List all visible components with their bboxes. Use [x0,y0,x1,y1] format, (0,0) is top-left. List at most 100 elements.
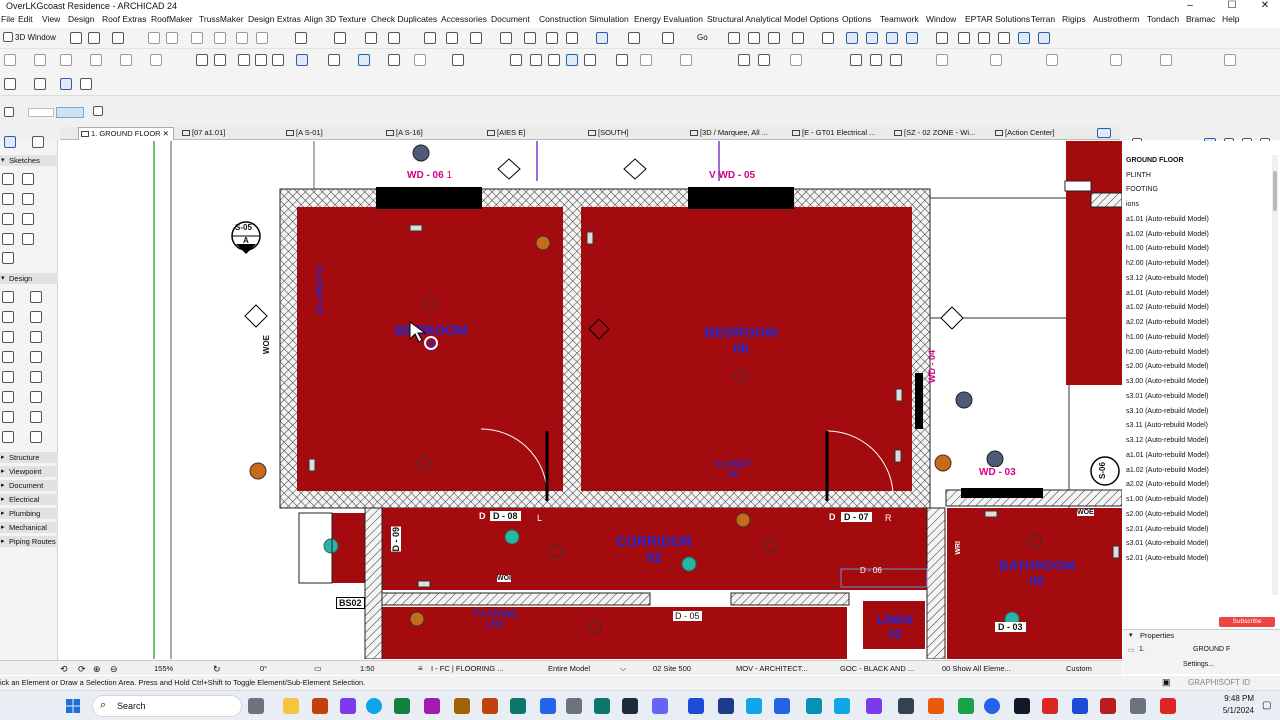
tool-icon[interactable] [566,54,578,66]
minimize-button[interactable]: – [1175,0,1205,12]
tool-icon[interactable] [238,54,250,66]
info-field[interactable] [28,108,54,117]
circle-icon[interactable] [2,193,14,205]
tool-icon[interactable] [90,54,102,66]
floor-plan-icon[interactable] [70,32,82,44]
tool-icon[interactable] [34,78,46,90]
tab-3d-marquee[interactable]: [3D / Marquee, All ... [688,127,784,140]
app-icon[interactable] [340,698,356,714]
window-wd-04[interactable] [915,373,923,429]
tool-icon[interactable] [790,54,802,66]
powerpoint-icon[interactable] [482,698,498,714]
tool-icon[interactable] [295,32,307,44]
menu-structural-analytical[interactable]: Structural Analytical Model Options [707,14,839,24]
menu-eptar-solutions[interactable]: EPTAR Solutions [965,14,1030,24]
maximize-button[interactable]: ☐ [1217,0,1247,12]
tool-icon[interactable] [80,78,92,90]
tool-icon[interactable] [546,32,558,44]
tool-icon[interactable] [1038,32,1050,44]
tool-icon[interactable] [2,311,14,323]
tool-icon[interactable] [2,431,14,443]
tool-icon[interactable] [530,54,542,66]
tool-icon[interactable] [2,411,14,423]
toolbox-group-piping-routes[interactable]: Piping Routes [0,536,58,547]
tool-icon[interactable] [214,32,226,44]
nav-item[interactable]: s3.11 (Auto-rebuild Model) [1126,422,1208,429]
toolbox-group-plumbing[interactable]: Plumbing [0,508,58,519]
door-icon[interactable] [30,291,42,303]
tool-icon[interactable] [846,32,858,44]
menu-align-3d-texture[interactable]: Align 3D Texture [304,14,366,24]
tool-icon[interactable] [334,32,346,44]
ungroup-icon[interactable] [166,32,178,44]
tool-icon[interactable] [150,54,162,66]
tool-icon[interactable] [978,32,990,44]
nav-item[interactable]: a1.02 (Auto-rebuild Model) [1126,231,1209,238]
tool-icon[interactable] [255,54,267,66]
tag-woe-left[interactable]: WOE [262,335,271,355]
room-partial[interactable] [1066,187,1122,385]
tab-07-a101[interactable]: [07 a1.01] [180,127,272,140]
model-view-option[interactable]: MOV - ARCHITECT... [736,664,808,673]
tool-icon[interactable] [1160,54,1172,66]
tool-icon[interactable] [30,371,42,383]
nav-item[interactable]: s3.01 (Auto-rebuild Model) [1126,393,1209,400]
toolbox-group-document[interactable]: Document [0,480,58,491]
tool-icon[interactable] [566,32,578,44]
app-icon[interactable] [1130,698,1146,714]
nav-item[interactable]: s2.01 (Auto-rebuild Model) [1126,526,1209,533]
nav-item[interactable]: a2.02 (Auto-rebuild Model) [1126,481,1209,488]
tool-icon[interactable] [30,391,42,403]
window-tag-wd-04[interactable]: WD - 04 [927,350,937,383]
navigator-scroll-thumb[interactable] [1273,171,1277,211]
tool-icon[interactable] [2,252,14,264]
nav-item[interactable]: s3.10 (Auto-rebuild Model) [1126,408,1209,415]
door-tag-d05[interactable]: D - 05 [673,611,702,621]
tool-icon[interactable] [662,32,674,44]
hotspot-icon[interactable] [22,233,34,245]
tool-icon[interactable] [584,54,596,66]
tool-icon[interactable] [990,54,1002,66]
pointer-icon[interactable] [112,32,124,44]
room-label-corridor[interactable]: CORRIDOR 02 [604,533,704,565]
tool-icon[interactable] [120,54,132,66]
tool-icon[interactable] [30,411,42,423]
properties-collapse-icon[interactable]: ▾ [1129,631,1133,639]
menu-terran[interactable]: Terran [1031,14,1055,24]
tab-menu-icon[interactable] [1097,128,1111,138]
nav-item-ground-floor[interactable]: GROUND FLOOR [1126,157,1184,164]
tool-icon[interactable] [510,54,522,66]
tool-icon[interactable] [1046,54,1058,66]
menu-accessories[interactable]: Accessories [441,14,487,24]
tag-woi[interactable]: WOI [497,575,511,582]
tool-icon[interactable] [256,32,268,44]
window-tag-wd-05[interactable]: V WD - 05 [709,170,755,181]
app-icon[interactable] [774,698,790,714]
app-icon[interactable] [652,698,668,714]
nav-item[interactable]: h1.00 (Auto-rebuild Model) [1126,334,1209,341]
door-tag-d08[interactable]: D - 08 [490,511,521,521]
object-icon[interactable] [30,431,42,443]
nav-item[interactable]: s2.00 (Auto-rebuild Model) [1126,511,1209,518]
tool-icon[interactable] [628,32,640,44]
info-field-selected[interactable] [56,107,84,118]
clock-date[interactable]: 5/1/2024 [1208,706,1254,715]
tool-icon[interactable] [4,54,16,66]
tool-icon[interactable] [822,32,834,44]
tool-icon[interactable] [2,233,14,245]
room-label-tv-stand[interactable]: TV STAND LR2 [459,609,531,629]
nav-item[interactable]: s2.00 (Auto-rebuild Model) [1126,363,1209,370]
tool-icon[interactable] [296,54,308,66]
section-marker-s06[interactable]: S-06 [1098,462,1107,479]
menu-document[interactable]: Document [491,14,530,24]
tab-electrical[interactable]: [E - GT01 Electrical ... [790,127,890,140]
tab-zone[interactable]: [SZ - 02 ZONE - Wi... [892,127,988,140]
app-icon[interactable] [510,698,526,714]
redo-zoom-icon[interactable]: ⟳ [78,664,86,675]
tool-icon[interactable] [2,173,14,185]
room-label-bathroom[interactable]: BATHROOM 06 [987,558,1087,588]
task-view-icon[interactable] [248,698,264,714]
undo-zoom-icon[interactable]: ⟲ [60,664,68,675]
go-button[interactable]: Go [697,33,708,42]
menu-tondach[interactable]: Tondach [1147,14,1179,24]
